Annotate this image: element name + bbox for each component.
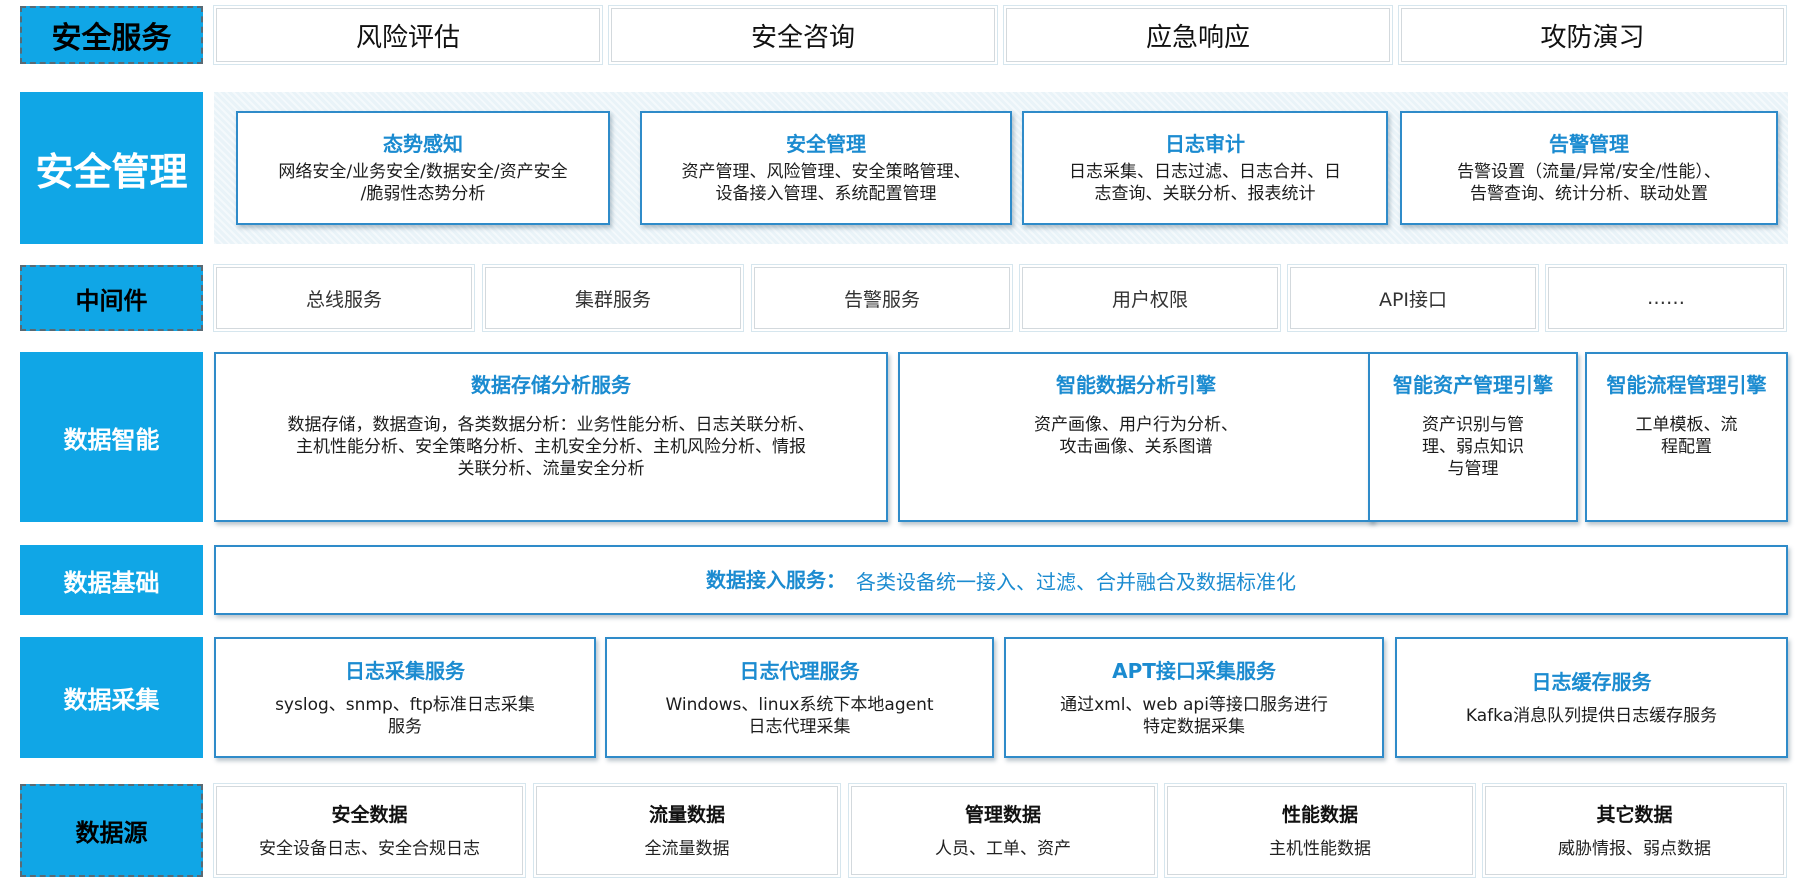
card-desc: 日志采集、日志过滤、日志合并、日 志查询、关联分析、报表统计 <box>1069 162 1341 204</box>
card-title: 智能流程管理引擎 <box>1606 373 1767 397</box>
source-desc: 人员、工单、资产 <box>935 838 1071 859</box>
card-title: 数据存储分析服务 <box>471 373 631 397</box>
service-label: 风险评估 <box>355 22 460 53</box>
situational-awareness-card: 态势感知 网络安全/业务安全/数据安全/资产安全 /脆弱性态势分析 <box>236 111 610 225</box>
middleware-more: …… <box>1548 267 1784 329</box>
card-desc: 数据存储，数据查询，各类数据分析：业务性能分析、日志关联分析、 主机性能分析、安… <box>287 415 815 479</box>
middleware-label: 总线服务 <box>305 288 382 311</box>
service-label: 攻防演习 <box>1540 22 1645 53</box>
apt-interface-service-card: APT接口采集服务 通过xml、web api等接口服务进行 特定数据采集 <box>1004 637 1384 758</box>
row-label: 数据智能 <box>20 352 203 522</box>
card-desc: Kafka消息队列提供日志缓存服务 <box>1465 705 1718 726</box>
data-storage-analysis-card: 数据存储分析服务 数据存储，数据查询，各类数据分析：业务性能分析、日志关联分析、… <box>214 352 888 522</box>
source-title: 管理数据 <box>964 803 1041 826</box>
middleware-label: 告警服务 <box>843 288 920 311</box>
card-title: 智能数据分析引擎 <box>1056 373 1216 397</box>
card-title: 告警管理 <box>1549 132 1629 156</box>
source-management-data: 管理数据 人员、工单、资产 <box>851 786 1155 875</box>
service-label: 应急响应 <box>1145 22 1250 53</box>
service-label: 安全咨询 <box>750 22 855 53</box>
row-security-service: 安全服务 风险评估 安全咨询 应急响应 攻防演习 <box>20 6 1788 64</box>
source-title: 流量数据 <box>648 803 725 826</box>
card-title: 日志审计 <box>1165 132 1245 156</box>
log-audit-card: 日志审计 日志采集、日志过滤、日志合并、日 志查询、关联分析、报表统计 <box>1022 111 1388 225</box>
card-desc: 通过xml、web api等接口服务进行 特定数据采集 <box>1060 694 1328 737</box>
card-desc: 网络安全/业务安全/数据安全/资产安全 /脆弱性态势分析 <box>278 162 568 204</box>
card-desc: 资产识别与管 理、弱点知识 与管理 <box>1422 415 1524 479</box>
card-desc: 资产管理、风险管理、安全策略管理、 设备接入管理、系统配置管理 <box>681 162 971 204</box>
service-risk-assessment: 风险评估 <box>216 8 600 62</box>
middleware-label: …… <box>1647 287 1685 309</box>
row-label: 数据源 <box>20 784 203 877</box>
row-data-intelligence: 数据智能 数据存储分析服务 数据存储，数据查询，各类数据分析：业务性能分析、日志… <box>20 352 1788 522</box>
log-cache-service-card: 日志缓存服务 Kafka消息队列提供日志缓存服务 <box>1395 637 1788 758</box>
row-data-collection: 数据采集 日志采集服务 syslog、snmp、ftp标准日志采集 服务 日志代… <box>20 637 1788 758</box>
card-title: 态势感知 <box>383 132 463 156</box>
card-title: APT接口采集服务 <box>1112 658 1276 683</box>
source-performance-data: 性能数据 主机性能数据 <box>1167 786 1473 875</box>
log-agent-service-card: 日志代理服务 Windows、linux系统下本地agent 日志代理采集 <box>605 637 994 758</box>
card-desc: 资产画像、用户行为分析、 攻击画像、关系图谱 <box>1034 415 1238 457</box>
middleware-cluster-service: 集群服务 <box>485 267 741 329</box>
middleware-label: 集群服务 <box>574 288 651 311</box>
source-title: 性能数据 <box>1281 803 1358 826</box>
row-security-management: 安全管理 态势感知 网络安全/业务安全/数据安全/资产安全 /脆弱性态势分析 安… <box>20 92 1788 244</box>
middleware-api-interface: API接口 <box>1290 267 1536 329</box>
source-desc: 安全设备日志、安全合规日志 <box>259 838 480 859</box>
intelligent-process-engine-card: 智能流程管理引擎 工单模板、流 程配置 <box>1585 352 1788 522</box>
row-data-source: 数据源 安全数据 安全设备日志、安全合规日志 流量数据 全流量数据 管理数据 人… <box>20 784 1788 877</box>
card-desc: Windows、linux系统下本地agent 日志代理采集 <box>665 694 934 737</box>
middleware-alarm-service: 告警服务 <box>754 267 1010 329</box>
intelligent-asset-engine-card: 智能资产管理引擎 资产识别与管 理、弱点知识 与管理 <box>1368 352 1578 522</box>
card-desc: 工单模板、流 程配置 <box>1635 415 1738 457</box>
source-traffic-data: 流量数据 全流量数据 <box>536 786 838 875</box>
log-collection-service-card: 日志采集服务 syslog、snmp、ftp标准日志采集 服务 <box>214 637 596 758</box>
source-title: 安全数据 <box>331 803 408 826</box>
service-security-consulting: 安全咨询 <box>611 8 995 62</box>
row-label: 安全管理 <box>20 92 203 244</box>
service-attack-defense-drill: 攻防演习 <box>1401 8 1784 62</box>
source-other-data: 其它数据 威胁情报、弱点数据 <box>1485 786 1784 875</box>
row-label: 数据基础 <box>20 545 203 615</box>
security-management-card: 安全管理 资产管理、风险管理、安全策略管理、 设备接入管理、系统配置管理 <box>640 111 1012 225</box>
middleware-label: API接口 <box>1378 288 1448 311</box>
source-desc: 主机性能数据 <box>1269 838 1371 859</box>
card-title: 智能资产管理引擎 <box>1393 373 1553 397</box>
middleware-label: 用户权限 <box>1111 288 1188 311</box>
card-title: 日志代理服务 <box>739 658 860 683</box>
data-access-desc: 各类设备统一接入、过滤、合并融合及数据标准化 <box>856 569 1296 594</box>
data-access-title: 数据接入服务： <box>706 568 846 592</box>
row-label: 安全服务 <box>20 6 203 64</box>
source-desc: 全流量数据 <box>644 838 730 859</box>
row-data-foundation: 数据基础 数据接入服务： 各类设备统一接入、过滤、合并融合及数据标准化 <box>20 545 1788 615</box>
middleware-bus-service: 总线服务 <box>216 267 472 329</box>
card-title: 日志缓存服务 <box>1531 669 1652 694</box>
card-desc: 告警设置（流量/异常/安全/性能）、 告警查询、统计分析、联动处置 <box>1457 162 1721 204</box>
card-title: 安全管理 <box>786 132 866 156</box>
card-desc: syslog、snmp、ftp标准日志采集 服务 <box>275 694 535 737</box>
source-security-data: 安全数据 安全设备日志、安全合规日志 <box>216 786 523 875</box>
data-access-service-card: 数据接入服务： 各类设备统一接入、过滤、合并融合及数据标准化 <box>214 545 1788 615</box>
card-title: 日志采集服务 <box>345 658 465 683</box>
row-middleware: 中间件 总线服务 集群服务 告警服务 用户权限 API接口 …… <box>20 265 1788 331</box>
middleware-user-permission: 用户权限 <box>1022 267 1278 329</box>
intelligent-data-engine-card: 智能数据分析引擎 资产画像、用户行为分析、 攻击画像、关系图谱 <box>898 352 1374 522</box>
row-label: 中间件 <box>20 265 203 331</box>
source-desc: 威胁情报、弱点数据 <box>1558 838 1711 859</box>
service-emergency-response: 应急响应 <box>1006 8 1390 62</box>
source-title: 其它数据 <box>1596 803 1673 826</box>
alarm-management-card: 告警管理 告警设置（流量/异常/安全/性能）、 告警查询、统计分析、联动处置 <box>1400 111 1778 225</box>
row-label: 数据采集 <box>20 637 203 758</box>
